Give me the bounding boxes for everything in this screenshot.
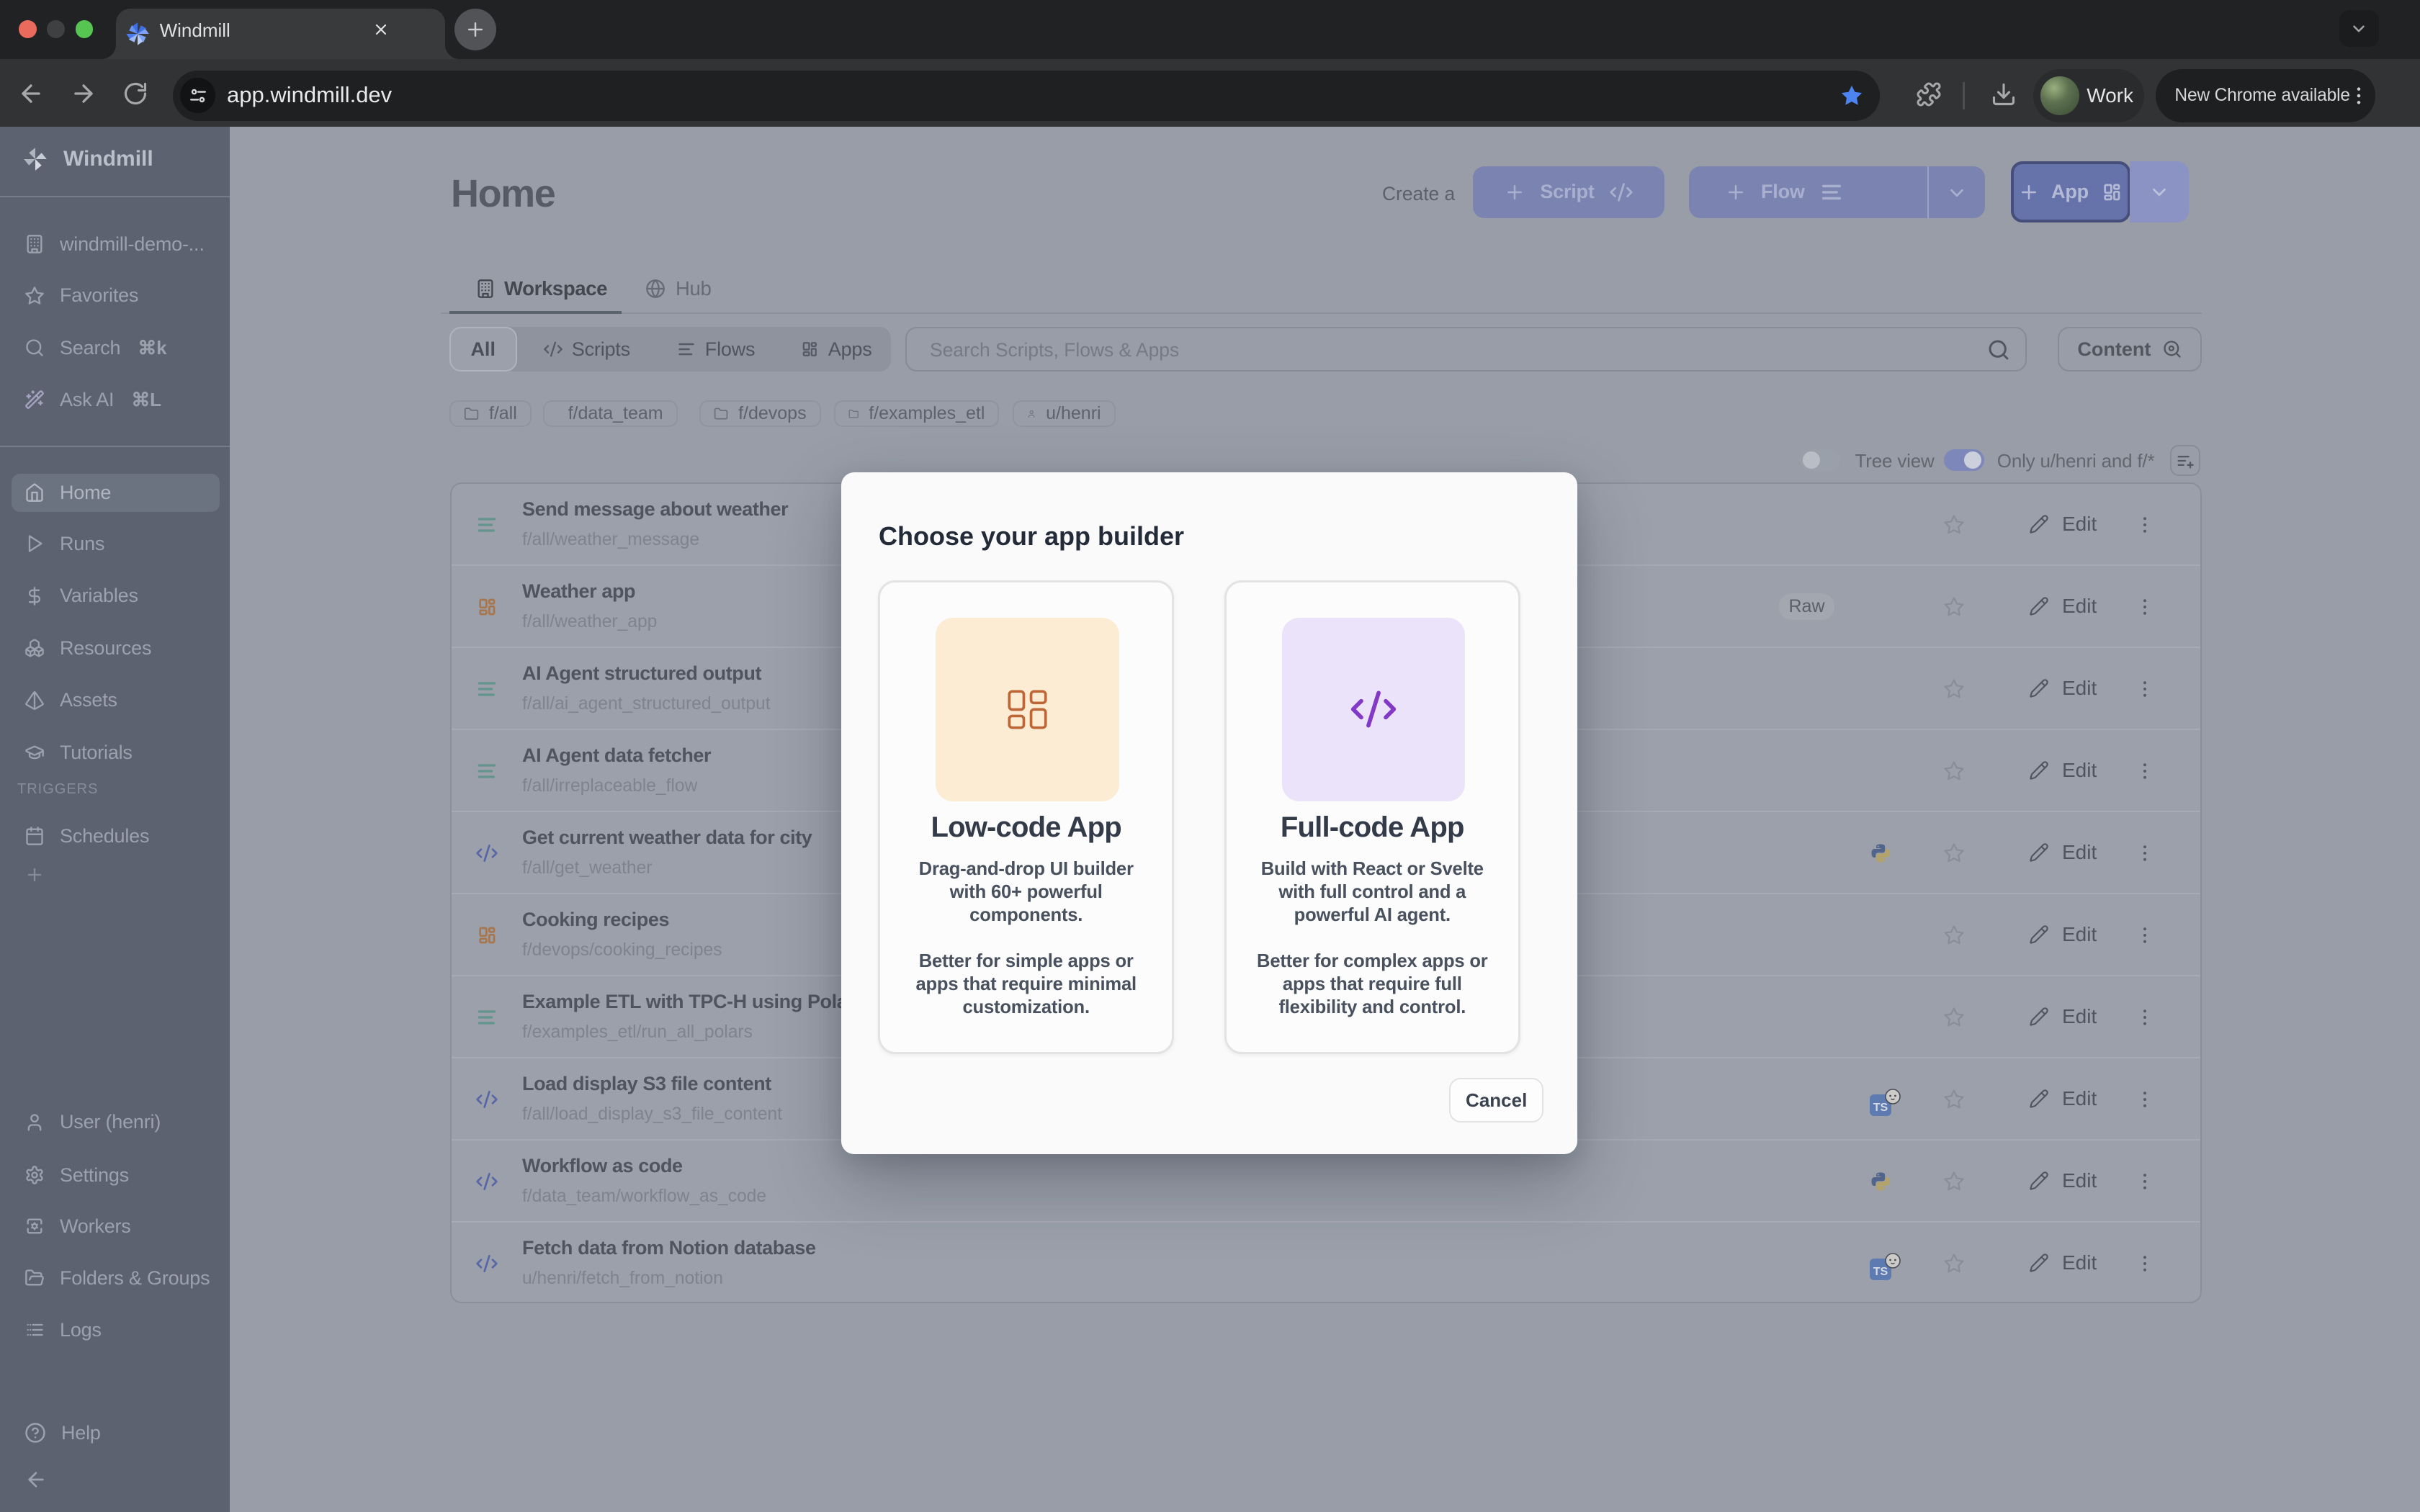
svg-text:TS: TS (1873, 1102, 1888, 1114)
svg-text:TS: TS (1873, 1266, 1888, 1278)
